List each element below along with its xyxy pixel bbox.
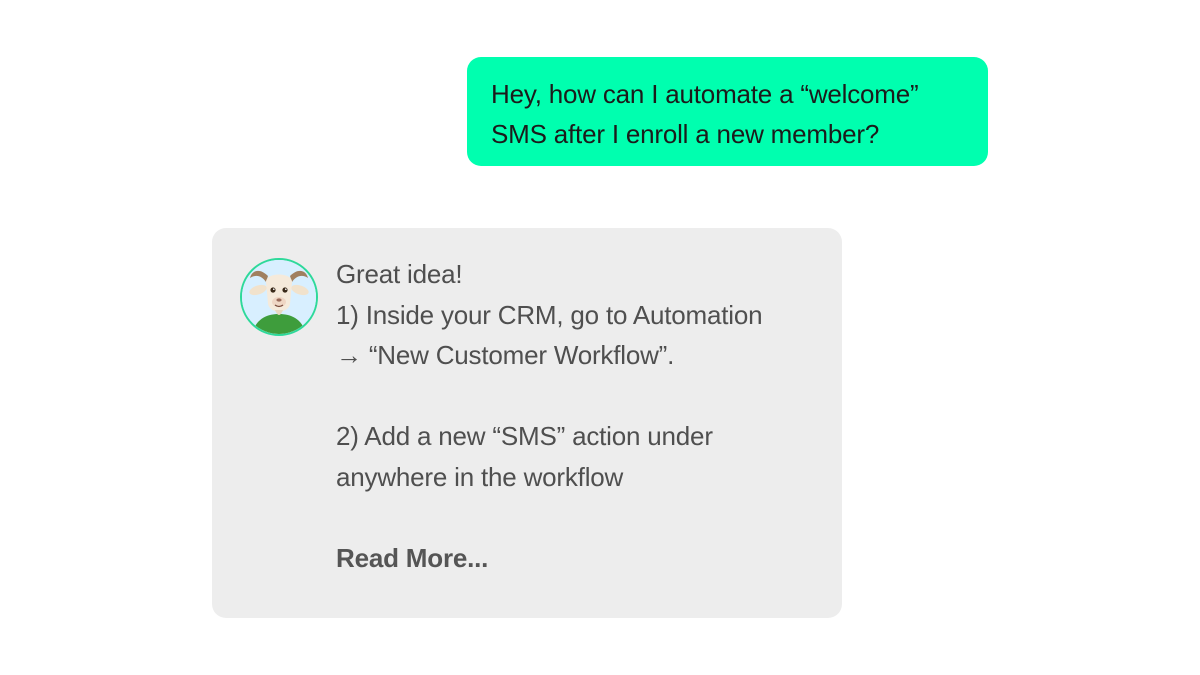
- user-message-line-2: SMS after I enroll a new member?: [491, 119, 880, 149]
- step-2-line-2: anywhere in the workflow: [336, 461, 624, 492]
- step-1-line-1: 1) Inside your CRM, go to Automation: [336, 299, 763, 330]
- goat-avatar-icon: [240, 258, 318, 336]
- goat-avatar-image: [242, 260, 316, 334]
- assistant-message-bubble: Great idea! 1) Inside your CRM, go to Au…: [212, 228, 842, 618]
- read-more-link[interactable]: Read More...: [336, 538, 816, 579]
- user-message-line-1: Hey, how can I automate a “welcome”: [491, 79, 919, 109]
- assistant-greeting: Great idea!: [336, 259, 463, 289]
- user-message-bubble: Hey, how can I automate a “welcome” SMS …: [467, 57, 988, 166]
- step-1-line-2: → “New Customer Workflow”.: [336, 340, 675, 370]
- step-2-line-1: 2) Add a new “SMS” action under: [336, 421, 713, 451]
- assistant-message-text: Great idea! 1) Inside your CRM, go to Au…: [336, 254, 816, 578]
